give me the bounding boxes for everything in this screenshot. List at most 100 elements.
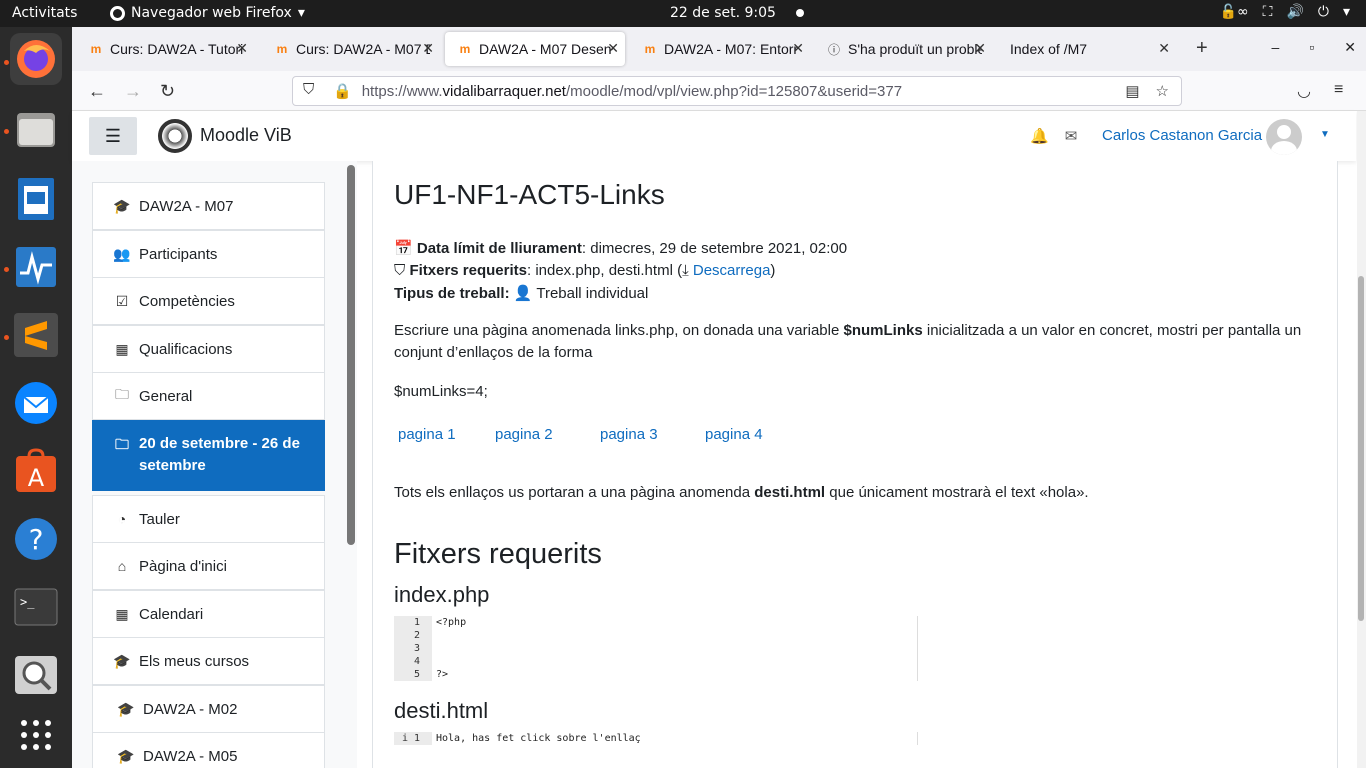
drawer-item-course-m02[interactable]: 🎓 DAW2A - M02: [92, 685, 325, 733]
browser-tab[interactable]: ⓘ S'ha produït un proble ✕: [814, 32, 992, 66]
close-tab-icon[interactable]: ✕: [1158, 40, 1170, 57]
site-name[interactable]: Moodle ViB: [200, 125, 292, 146]
reader-view-icon[interactable]: ▤: [1125, 82, 1139, 100]
bell-icon[interactable]: 🔔: [1030, 127, 1049, 145]
work-type-value: Treball individual: [532, 285, 649, 302]
drawer-scrollbar[interactable]: [347, 165, 355, 545]
writer-icon[interactable]: [10, 173, 62, 225]
firefox-icon[interactable]: [10, 33, 62, 85]
drawer-item-my-courses[interactable]: 🎓 Els meus cursos: [92, 637, 325, 685]
page-scrollbar[interactable]: [1357, 111, 1366, 768]
download-icon[interactable]: ⤓: [682, 262, 689, 279]
forward-icon[interactable]: →: [124, 81, 142, 102]
search-app-icon[interactable]: [10, 649, 62, 701]
browser-tab[interactable]: m Curs: DAW2A - Tutoria ✕: [76, 32, 254, 66]
close-tab-icon[interactable]: ✕: [607, 40, 619, 57]
required-files-line: ⛉ Fitxers requerits: index.php, desti.ht…: [394, 262, 775, 279]
line-number: i 1: [394, 732, 432, 745]
terminal-icon[interactable]: >_: [10, 581, 62, 633]
new-tab-icon[interactable]: +: [1196, 37, 1208, 60]
code-editor-desti[interactable]: i 1 Hola, has fet click sobre l'enllaç: [394, 732, 918, 745]
example-link[interactable]: pagina 4: [705, 426, 763, 443]
lock-icon[interactable]: 🔒: [333, 82, 352, 100]
moodle-tab-icon: m: [644, 42, 656, 56]
system-tray[interactable]: 🔓∞ ⛶ 🔊 ⏻ ▾: [1220, 4, 1350, 20]
description-text: Escriure una pàgina anomenada links.php,…: [394, 322, 844, 339]
page-title: UF1-NF1-ACT5-Links: [394, 179, 665, 210]
tab-title: S'ha produït un proble: [848, 41, 982, 57]
reload-icon[interactable]: ↻: [160, 81, 175, 102]
file-name-heading: index.php: [394, 582, 490, 607]
drawer-toggle-button[interactable]: ☰: [89, 117, 137, 155]
activities-button[interactable]: Activitats: [12, 5, 77, 21]
hamburger-menu-icon[interactable]: ≡: [1334, 81, 1343, 99]
drawer-item-home[interactable]: ⌂ Pàgina d'inici: [92, 542, 325, 590]
close-tab-icon[interactable]: ✕: [236, 40, 248, 57]
envelope-icon[interactable]: ✉: [1065, 127, 1078, 145]
sublime-text-icon[interactable]: [10, 309, 62, 361]
shield-icon: ⛉: [394, 262, 406, 279]
check-square-icon: ☑: [115, 292, 129, 309]
browser-tab-active[interactable]: m DAW2A - M07 Desenvo ✕: [445, 32, 625, 66]
close-tab-icon[interactable]: ✕: [422, 40, 434, 57]
back-icon[interactable]: ←: [88, 81, 106, 102]
files-icon[interactable]: [10, 103, 62, 155]
minimize-icon[interactable]: –: [1272, 39, 1280, 56]
system-monitor-icon[interactable]: [10, 241, 62, 293]
notification-dot-icon: [795, 9, 804, 17]
drawer-item-participants[interactable]: 👥 Participants: [92, 230, 325, 278]
pocket-icon[interactable]: ◡: [1297, 81, 1311, 101]
drawer-item-competencies[interactable]: ☑ Competències: [92, 277, 325, 325]
description-text: Tots els enllaços us portaran a una pàgi…: [394, 484, 755, 501]
scrollbar-thumb[interactable]: [1358, 276, 1364, 621]
software-center-icon[interactable]: A: [10, 445, 62, 497]
help-icon[interactable]: ?: [10, 513, 62, 565]
drawer-item-label: Pàgina d'inici: [139, 557, 227, 575]
running-indicator: [4, 335, 9, 340]
code-editor-index[interactable]: 1 <?php 2 3 4 5 ?>: [394, 616, 918, 681]
example-link[interactable]: pagina 3: [600, 426, 658, 443]
svg-text:A: A: [28, 464, 45, 492]
avatar[interactable]: [1266, 119, 1302, 155]
app-menu[interactable]: Navegador web Firefox ▾: [110, 5, 305, 21]
drawer-item-general[interactable]: 🗀 General: [92, 372, 325, 420]
download-link[interactable]: Descarrega: [693, 262, 771, 279]
svg-text:>_: >_: [20, 595, 35, 609]
close-tab-icon[interactable]: ✕: [792, 40, 804, 57]
chevron-down-icon[interactable]: ▼: [1320, 129, 1330, 140]
drawer-item-current-week[interactable]: 🗀 20 de setembre - 26 de setembre: [92, 420, 325, 491]
moodle-tab-icon: m: [459, 42, 471, 56]
user-menu-name[interactable]: Carlos Castanon Garcia: [1102, 127, 1262, 144]
thunderbird-icon[interactable]: [10, 377, 62, 429]
shield-icon[interactable]: ⛉: [303, 81, 314, 98]
moodle-header: ☰ Moodle ViB 🔔 ✉ Carlos Castanon Garcia …: [72, 111, 1356, 161]
browser-tab[interactable]: m DAW2A - M07: Entorns ✕: [630, 32, 810, 66]
browser-tab[interactable]: m Curs: DAW2A - M07 De ✕: [262, 32, 440, 66]
close-tab-icon[interactable]: ✕: [974, 40, 986, 57]
example-link[interactable]: pagina 1: [398, 426, 456, 443]
apps-grid-icon[interactable]: [10, 709, 62, 761]
tab-title: DAW2A - M07: Entorns: [664, 41, 798, 57]
site-logo[interactable]: [158, 119, 192, 153]
maximize-icon[interactable]: ▫: [1309, 39, 1314, 56]
drawer-item-grades[interactable]: ▦ Qualificacions: [92, 325, 325, 373]
bookmark-star-icon[interactable]: ☆: [1156, 82, 1169, 100]
nav-drawer: 🎓 DAW2A - M07 👥 Participants ☑ Competències…: [72, 161, 357, 768]
description-paragraph-2: Tots els enllaços us portaran a una pàgi…: [394, 482, 1314, 504]
browser-tab[interactable]: Index of /M7 ✕: [998, 32, 1176, 66]
drawer-item-label: Participants: [139, 245, 218, 263]
drawer-item-course[interactable]: 🎓 DAW2A - M07: [92, 182, 325, 230]
example-link[interactable]: pagina 2: [495, 426, 553, 443]
drawer-item-calendar[interactable]: ▦ Calendari: [92, 590, 325, 638]
drawer-item-course-m05[interactable]: 🎓 DAW2A - M05: [92, 732, 325, 768]
drawer-item-dashboard[interactable]: ◔ Tauler: [92, 495, 325, 543]
running-indicator: [4, 129, 9, 134]
graduation-cap-icon: 🎓: [117, 700, 135, 717]
required-files-close: ): [770, 262, 776, 279]
code-row: 4: [394, 655, 917, 668]
close-window-icon[interactable]: ✕: [1344, 39, 1356, 56]
url-bar[interactable]: ⛉ 🔒 https://www. vidalibarraquer.net/mood…: [292, 76, 1182, 106]
clock[interactable]: 22 de set. 9:05: [670, 5, 804, 21]
